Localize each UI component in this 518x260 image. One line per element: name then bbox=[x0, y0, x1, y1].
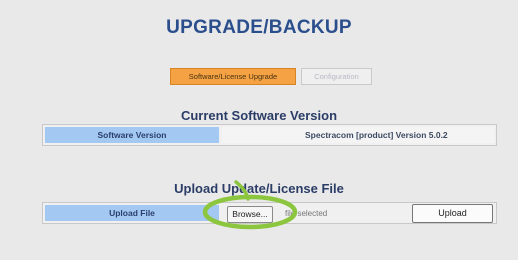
software-version-row: Software Version Spectracom [product] Ve… bbox=[42, 124, 497, 146]
tab-configuration[interactable]: Configuration bbox=[301, 68, 372, 85]
software-version-value: Spectracom [product] Version 5.0.2 bbox=[305, 130, 448, 140]
software-version-value-cell: Spectracom [product] Version 5.0.2 bbox=[222, 127, 494, 143]
upload-file-label: Upload File bbox=[45, 205, 219, 221]
upload-section-title: Upload Update/License File bbox=[174, 181, 344, 196]
file-selection-status: file selected bbox=[285, 209, 328, 218]
upload-button[interactable]: Upload bbox=[412, 204, 493, 223]
current-software-section-title: Current Software Version bbox=[180, 108, 338, 123]
software-version-label: Software Version bbox=[45, 127, 219, 143]
browse-button[interactable]: Browse... bbox=[227, 206, 273, 223]
page-title: UPGRADE/BACKUP bbox=[166, 17, 352, 38]
tab-software-license-upgrade[interactable]: Software/License Upgrade bbox=[170, 68, 296, 85]
